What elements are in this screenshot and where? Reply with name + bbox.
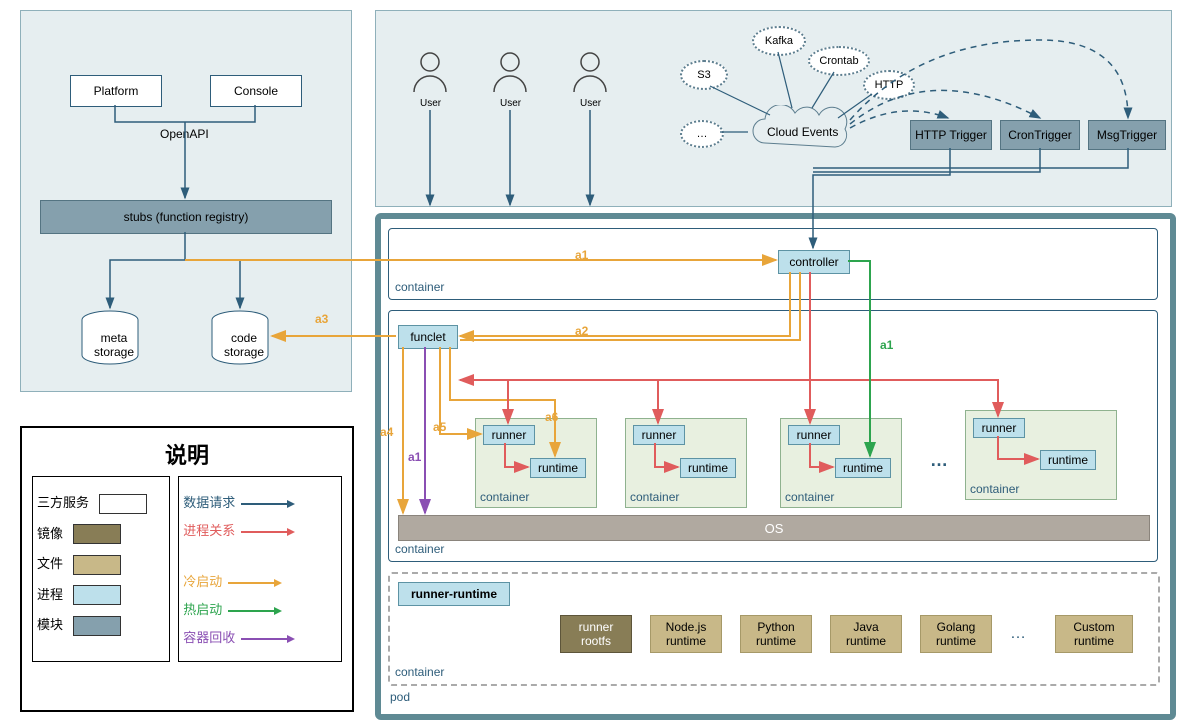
runtime-images-container-label: container — [395, 665, 444, 679]
stubs-box: stubs (function registry) — [40, 200, 332, 234]
a1-label-cold: a1 — [575, 248, 588, 262]
a2-label: a2 — [575, 324, 588, 338]
more-events-oval: … — [680, 120, 724, 148]
runner-box-1: runner — [483, 425, 535, 445]
runner-box-3: runner — [788, 425, 840, 445]
runners-ellipsis: … — [930, 450, 948, 471]
legend-hot-start: 热启动 — [183, 602, 222, 617]
user-label-3: User — [580, 98, 601, 109]
s3-oval: S3 — [680, 60, 728, 90]
runner-container-3-label: container — [785, 490, 834, 504]
user-icon — [490, 50, 530, 96]
meta-storage-label: meta storage — [94, 331, 134, 359]
node-runtime-box: Node.js runtime — [650, 615, 722, 653]
platform-box: Platform — [70, 75, 162, 107]
cloud-events: Cloud Events — [745, 105, 855, 155]
controller-container-label: container — [395, 280, 444, 294]
runner-container-2-label: container — [630, 490, 679, 504]
runner-box-4: runner — [973, 418, 1025, 438]
legend-file: 文件 — [37, 556, 63, 571]
legend-data-request: 数据请求 — [183, 495, 235, 510]
kafka-oval: Kafka — [752, 26, 806, 56]
pod-label: pod — [390, 690, 410, 704]
funclet-container-label: container — [395, 542, 444, 556]
legend-process: 进程 — [37, 587, 63, 602]
controller-container — [388, 228, 1158, 300]
openapi-label: OpenAPI — [160, 127, 209, 141]
a4-label: a4 — [380, 425, 393, 439]
legend-panel: 说明 三方服务 镜像 文件 进程 模块 数据请求 进程关系 冷启动 热启动 容器… — [20, 426, 354, 712]
legend-process-relation: 进程关系 — [183, 523, 235, 538]
runner-box-2: runner — [633, 425, 685, 445]
runtime-box-1: runtime — [530, 458, 586, 478]
crontab-oval: Crontab — [808, 46, 870, 76]
funclet-box: funclet — [398, 325, 458, 349]
legend-cold-start: 冷启动 — [183, 574, 222, 589]
legend-title: 说明 — [22, 438, 352, 470]
runtime-box-2: runtime — [680, 458, 736, 478]
custom-runtime-box: Custom runtime — [1055, 615, 1133, 653]
golang-runtime-box: Golang runtime — [920, 615, 992, 653]
os-bar: OS — [398, 515, 1150, 541]
a1-label-hot: a1 — [880, 338, 893, 352]
legend-image: 镜像 — [37, 526, 63, 541]
runtime-box-3: runtime — [835, 458, 891, 478]
legend-container-recycle: 容器回收 — [183, 630, 235, 645]
runtimes-ellipsis: … — [1010, 625, 1026, 643]
console-box: Console — [210, 75, 302, 107]
runner-container-1-label: container — [480, 490, 529, 504]
cron-trigger-box: CronTrigger — [1000, 120, 1080, 150]
http-oval: HTTP — [863, 70, 915, 100]
legend-third-party: 三方服务 — [37, 495, 89, 510]
python-runtime-box: Python runtime — [740, 615, 812, 653]
user-label-2: User — [500, 98, 521, 109]
java-runtime-box: Java runtime — [830, 615, 902, 653]
legend-module: 模块 — [37, 617, 63, 632]
runner-rootfs-box: runner rootfs — [560, 615, 632, 653]
http-trigger-box: HTTP Trigger — [910, 120, 992, 150]
runner-runtime-box: runner-runtime — [398, 582, 510, 606]
a6-label: a6 — [545, 410, 558, 424]
code-storage-label: code storage — [224, 331, 264, 359]
runtime-box-4: runtime — [1040, 450, 1096, 470]
a1-label-recycle: a1 — [408, 450, 421, 464]
a5-label: a5 — [433, 420, 446, 434]
user-label-1: User — [420, 98, 441, 109]
runner-container-4-label: container — [970, 482, 1019, 496]
a3-label: a3 — [315, 312, 328, 326]
user-icon — [410, 50, 450, 96]
user-icon — [570, 50, 610, 96]
msg-trigger-box: MsgTrigger — [1088, 120, 1166, 150]
controller-box: controller — [778, 250, 850, 274]
cloud-events-label: Cloud Events — [767, 125, 838, 139]
